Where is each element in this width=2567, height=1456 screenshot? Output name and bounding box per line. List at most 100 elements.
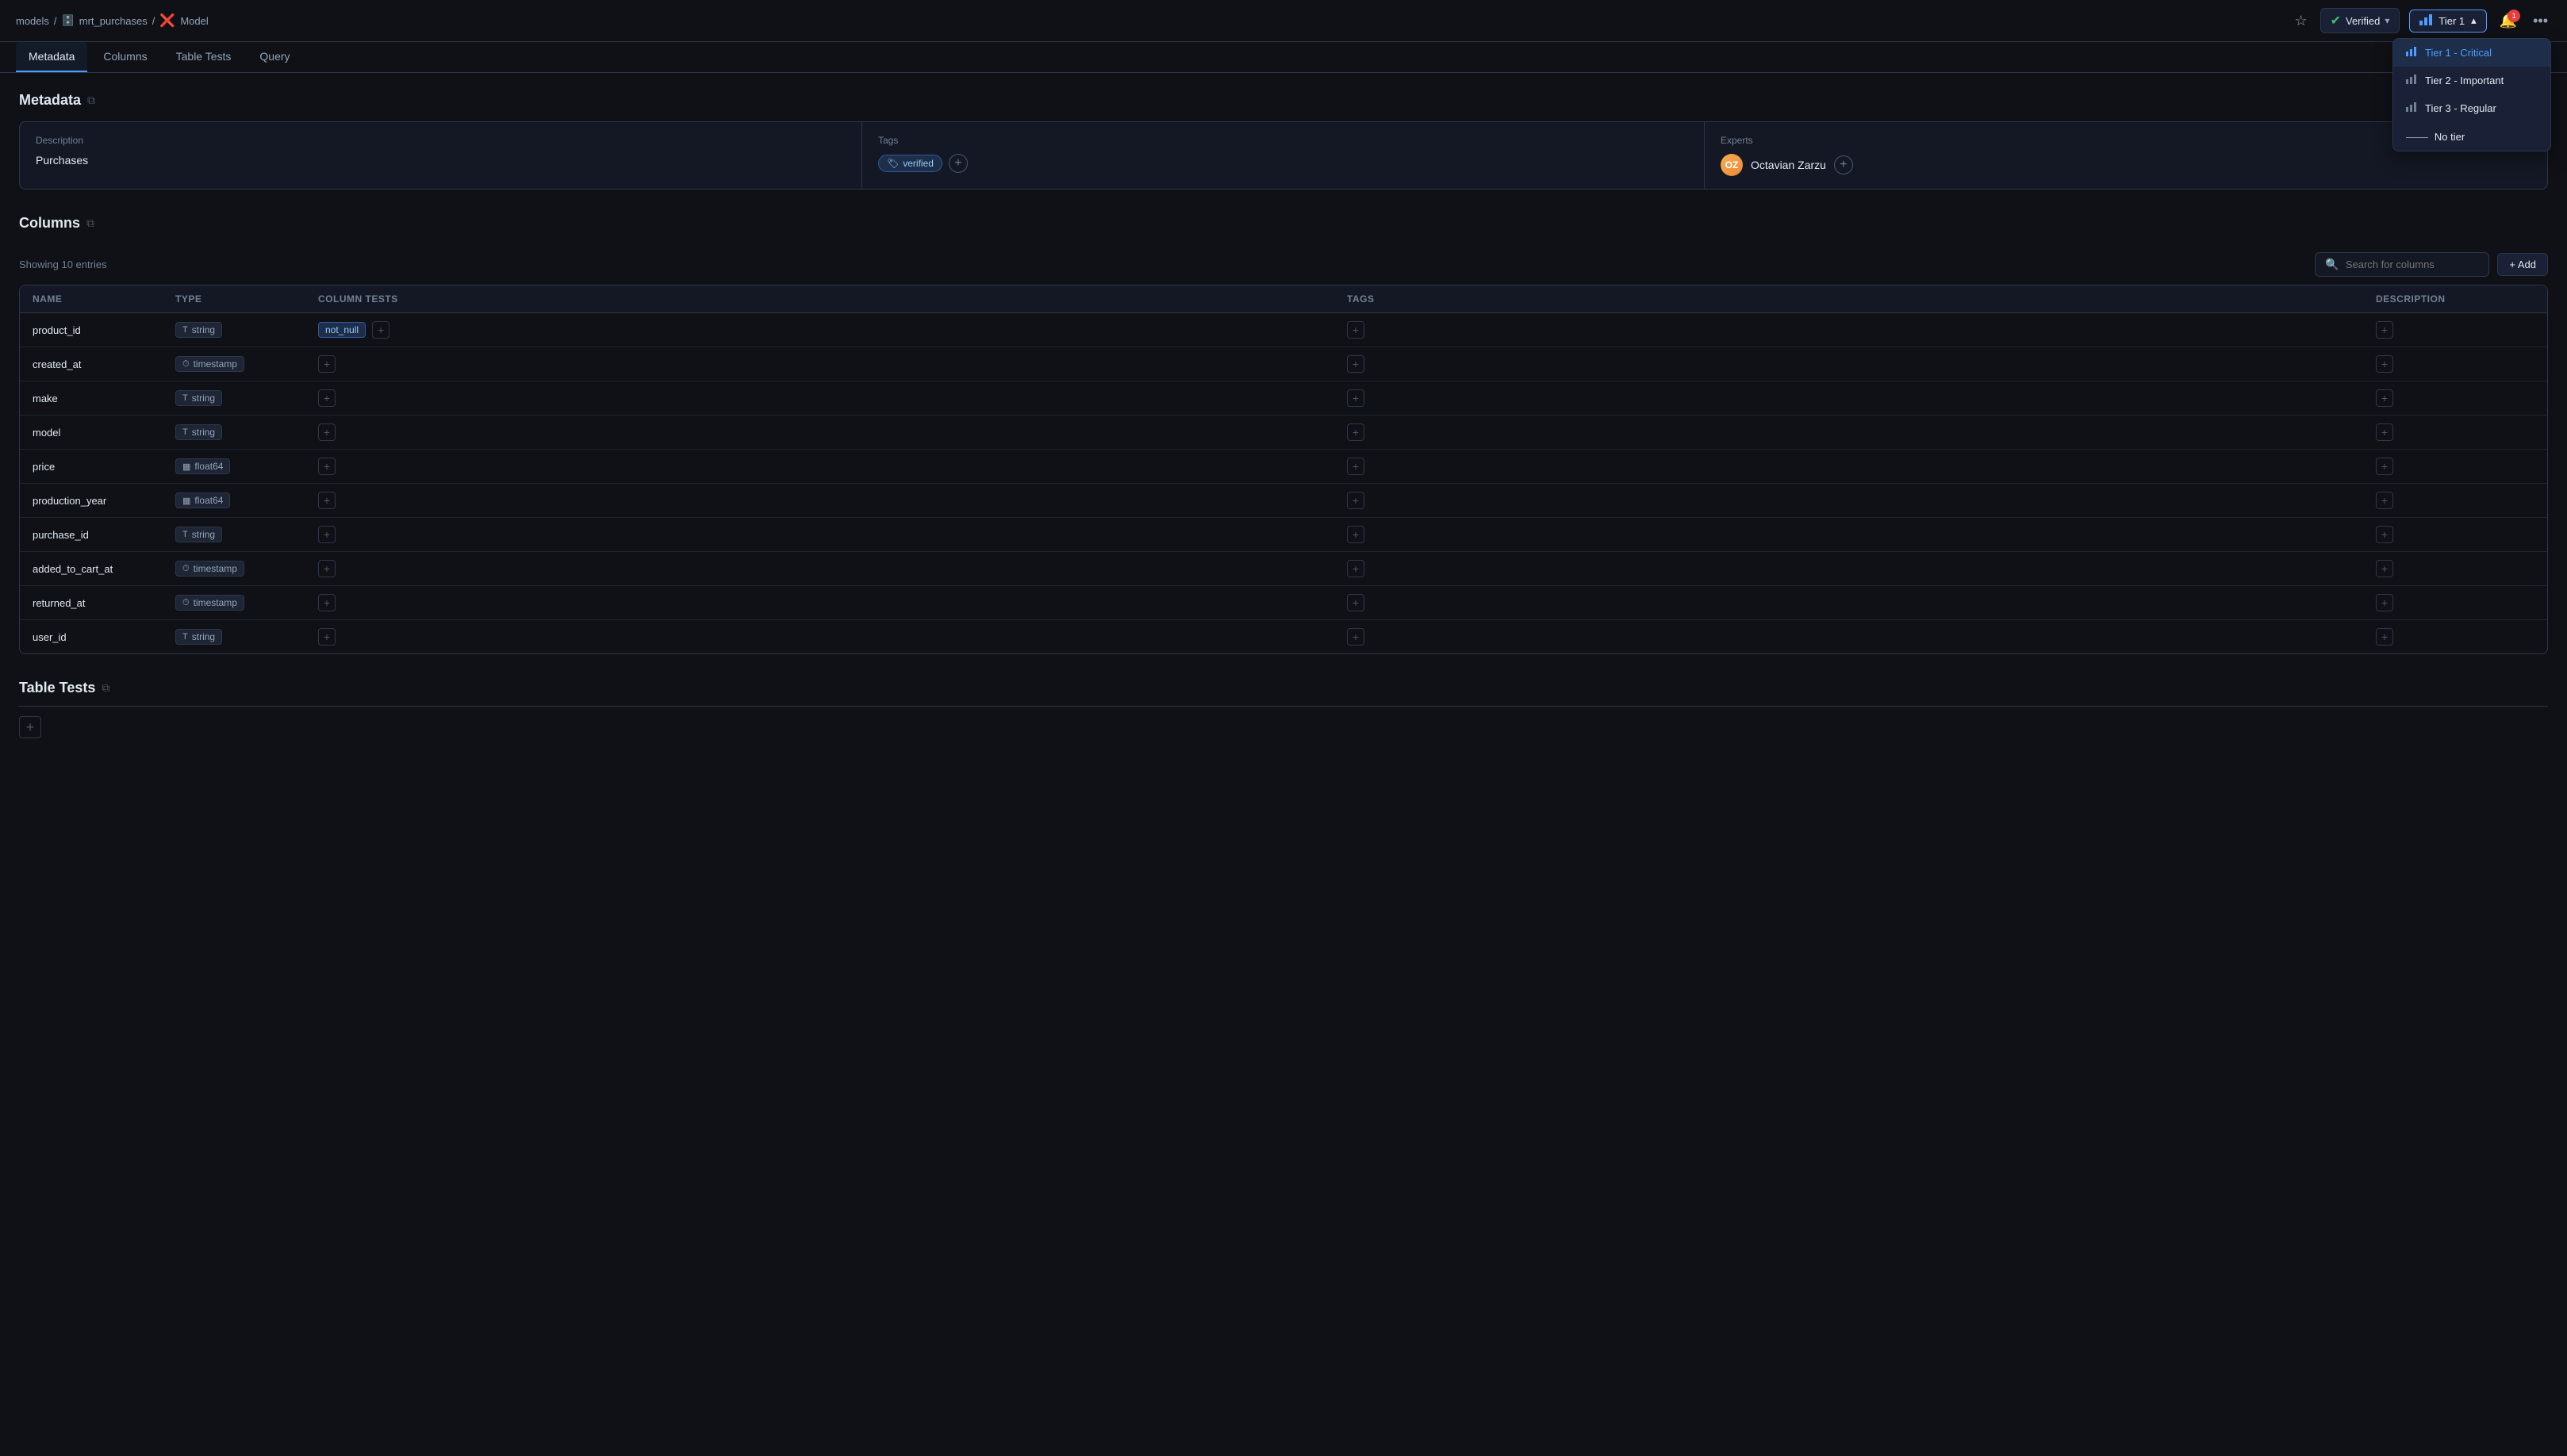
add-desc-user-id[interactable]: + <box>2376 628 2393 646</box>
chevron-down-icon: ▾ <box>2385 15 2389 26</box>
th-description: Description <box>2376 293 2534 305</box>
col-tests-returned-at: + <box>318 594 1347 611</box>
col-type-purchase-id: Tstring <box>175 527 318 542</box>
table-row: product_id Tstring not_null + + + <box>20 313 2547 347</box>
tier-label: Tier 1 <box>2438 15 2465 27</box>
add-desc-price[interactable]: + <box>2376 458 2393 475</box>
add-tag-button[interactable]: + <box>949 154 968 173</box>
col-type-returned-at: ⏱timestamp <box>175 595 318 611</box>
col-desc-returned-at: + <box>2376 594 2534 611</box>
metadata-card: Description Purchases Tags 🏷 verified + … <box>19 121 2548 190</box>
add-desc-purchase-id[interactable]: + <box>2376 526 2393 543</box>
search-columns-input[interactable] <box>2346 259 2480 270</box>
breadcrumb: models / 🗄️ mrt_purchases / ❌ Model <box>16 13 209 29</box>
tier2-label: Tier 2 - Important <box>2425 75 2504 86</box>
add-test-user-id[interactable]: + <box>318 628 336 646</box>
tag-icon: 🏷 <box>887 158 899 169</box>
add-desc-created-at[interactable]: + <box>2376 355 2393 373</box>
add-test-make[interactable]: + <box>318 389 336 407</box>
tab-metadata[interactable]: Metadata <box>16 42 87 72</box>
col-tests-production-year: + <box>318 492 1347 509</box>
breadcrumb-icon-db: 🗄️ <box>62 14 75 27</box>
col-tests-model: + <box>318 423 1347 441</box>
col-tests-user-id: + <box>318 628 1347 646</box>
add-tag-price[interactable]: + <box>1347 458 1364 475</box>
col-name-price: price <box>33 461 175 473</box>
add-tag-model[interactable]: + <box>1347 423 1364 441</box>
col-name-added-to-cart: added_to_cart_at <box>33 563 175 575</box>
add-tag-user-id[interactable]: + <box>1347 628 1364 646</box>
add-tag-created-at[interactable]: + <box>1347 355 1364 373</box>
star-button[interactable]: ☆ <box>2291 10 2310 33</box>
columns-section: Columns ⧉ Showing 10 entries 🔍 + Add Nam… <box>19 215 2548 654</box>
add-desc-production-year[interactable]: + <box>2376 492 2393 509</box>
notifications-button[interactable]: 🔔 1 <box>2496 10 2520 33</box>
add-test-returned-at[interactable]: + <box>318 594 336 611</box>
add-desc-added-to-cart[interactable]: + <box>2376 560 2393 577</box>
columns-title: Columns <box>19 215 80 232</box>
col-type-make: Tstring <box>175 390 318 406</box>
tier-menu-notier[interactable]: — — No tier <box>2393 122 2550 151</box>
add-column-button[interactable]: + Add <box>2497 253 2548 276</box>
add-tag-make[interactable]: + <box>1347 389 1364 407</box>
add-tag-production-year[interactable]: + <box>1347 492 1364 509</box>
add-table-test-button[interactable]: + <box>19 716 41 738</box>
add-tag-added-to-cart[interactable]: + <box>1347 560 1364 577</box>
tier-menu-important[interactable]: Tier 2 - Important <box>2393 67 2550 94</box>
add-test-product-id[interactable]: + <box>372 321 389 339</box>
col-tags-model: + <box>1347 423 2376 441</box>
col-tags-returned-at: + <box>1347 594 2376 611</box>
col-tests-make: + <box>318 389 1347 407</box>
col-tags-created-at: + <box>1347 355 2376 373</box>
verified-label: Verified <box>2346 15 2380 27</box>
add-test-price[interactable]: + <box>318 458 336 475</box>
table-tests-copy-icon[interactable]: ⧉ <box>102 681 109 695</box>
table-row: created_at ⏱timestamp + + + <box>20 347 2547 381</box>
no-tier-dash-icon: — — <box>2406 130 2427 143</box>
add-tag-returned-at[interactable]: + <box>1347 594 1364 611</box>
tab-columns[interactable]: Columns <box>90 42 159 72</box>
more-options-button[interactable]: ••• <box>2530 10 2551 33</box>
expert-name: Octavian Zarzu <box>1751 159 1826 171</box>
breadcrumb-mrt[interactable]: mrt_purchases <box>79 15 148 27</box>
verified-badge[interactable]: ✔ Verified ▾ <box>2320 8 2400 33</box>
add-desc-model[interactable]: + <box>2376 423 2393 441</box>
tags-label: Tags <box>878 135 1688 146</box>
add-test-purchase-id[interactable]: + <box>318 526 336 543</box>
table-tests-add-row: + <box>19 706 2548 748</box>
add-test-added-to-cart[interactable]: + <box>318 560 336 577</box>
col-desc-production-year: + <box>2376 492 2534 509</box>
add-desc-make[interactable]: + <box>2376 389 2393 407</box>
add-tag-purchase-id[interactable]: + <box>1347 526 1364 543</box>
col-desc-purchase-id: + <box>2376 526 2534 543</box>
add-desc-returned-at[interactable]: + <box>2376 594 2393 611</box>
copy-icon[interactable]: ⧉ <box>87 94 95 107</box>
add-desc-product-id[interactable]: + <box>2376 321 2393 339</box>
table-row: returned_at ⏱timestamp + + + <box>20 586 2547 620</box>
add-test-created-at[interactable]: + <box>318 355 336 373</box>
add-tag-product-id[interactable]: + <box>1347 321 1364 339</box>
add-test-model[interactable]: + <box>318 423 336 441</box>
search-columns-field[interactable]: 🔍 <box>2315 252 2489 277</box>
tab-query[interactable]: Query <box>247 42 302 72</box>
add-expert-button[interactable]: + <box>1834 155 1853 174</box>
columns-copy-icon[interactable]: ⧉ <box>86 216 94 230</box>
col-name-make: make <box>33 393 175 404</box>
tab-table-tests[interactable]: Table Tests <box>163 42 244 72</box>
toolbar-right: 🔍 + Add <box>2315 252 2548 277</box>
columns-section-header: Columns ⧉ <box>19 215 2548 232</box>
add-test-production-year[interactable]: + <box>318 492 336 509</box>
tags-row: 🏷 verified + <box>878 154 1688 173</box>
main-content: Metadata ⧉ Description Purchases Tags 🏷 … <box>0 73 2567 792</box>
topbar: models / 🗄️ mrt_purchases / ❌ Model ☆ ✔ … <box>0 0 2567 42</box>
tier3-label: Tier 3 - Regular <box>2425 102 2496 114</box>
tier-dropdown-button[interactable]: Tier 1 ▴ <box>2409 10 2486 33</box>
tier-menu-regular[interactable]: Tier 3 - Regular <box>2393 94 2550 122</box>
tier-chevron-up-icon: ▴ <box>2471 14 2477 27</box>
breadcrumb-model[interactable]: Model <box>180 15 208 27</box>
table-row: purchase_id Tstring + + + <box>20 518 2547 552</box>
tier-bar-icon <box>2419 14 2432 28</box>
tier-menu-critical[interactable]: Tier 1 - Critical <box>2393 39 2550 67</box>
breadcrumb-models[interactable]: models <box>16 15 49 27</box>
showing-entries: Showing 10 entries <box>19 259 107 270</box>
